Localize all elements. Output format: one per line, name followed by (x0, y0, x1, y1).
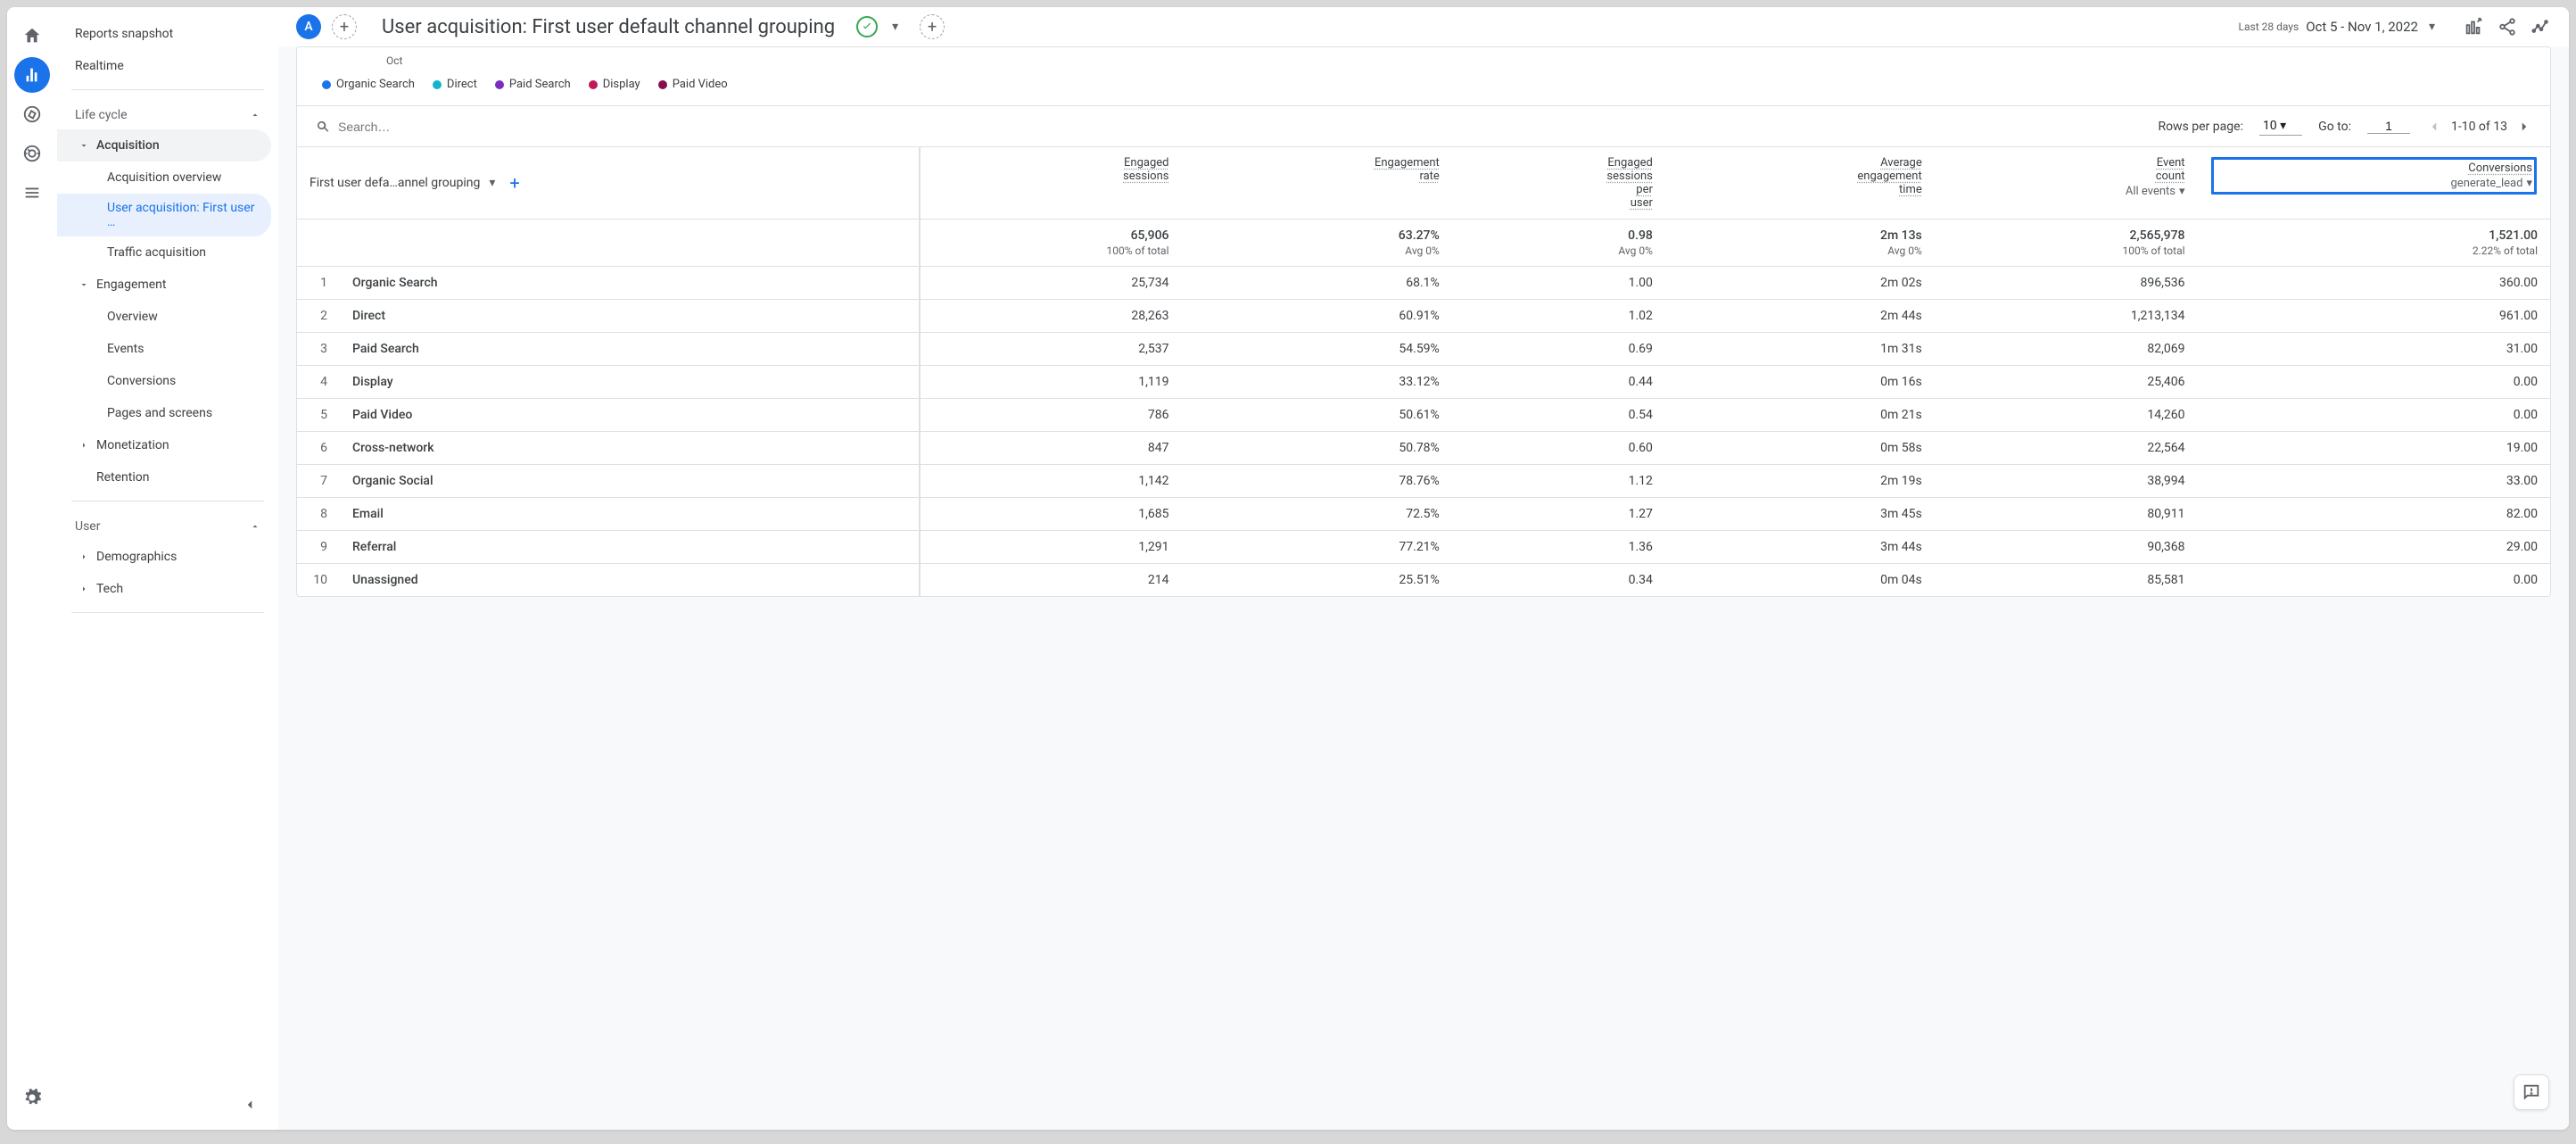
left-rail (7, 7, 57, 1130)
sidebar-group[interactable]: Demographics (57, 541, 271, 573)
legend-item[interactable]: Organic Search (322, 78, 415, 91)
reports-icon[interactable] (14, 57, 50, 93)
admin-gear-icon[interactable] (14, 1080, 50, 1115)
home-icon[interactable] (14, 18, 50, 54)
sidebar-nav: Reports snapshotRealtime Life cycleAcqui… (57, 7, 278, 1130)
feedback-button[interactable] (2514, 1074, 2549, 1110)
report-card: Oct Organic Search Direct Paid Search Displ… (296, 46, 2551, 597)
chart-area: Oct Organic Search Direct Paid Search Displ… (297, 47, 2550, 105)
column-header[interactable]: Averageengagementtime (1678, 156, 1922, 196)
dimension-picker[interactable]: First user defa…annel grouping▾+ (310, 172, 906, 194)
data-table: First user defa…annel grouping▾+ Engageds… (297, 146, 2550, 596)
column-header[interactable]: Engagedsessions (931, 156, 1169, 183)
goto-label: Go to: (2318, 120, 2351, 134)
table-row[interactable]: 9Referral1,29177.21%1.363m 44s90,36829.0… (297, 531, 2550, 564)
chart-legend: Organic Search Direct Paid Search Display Pa… (322, 78, 2525, 91)
column-subselect[interactable]: generate_lead ▾ (2216, 177, 2532, 190)
share-icon[interactable] (2498, 17, 2517, 37)
sidebar-group[interactable]: Monetization (57, 429, 271, 461)
sidebar-group[interactable]: Acquisition (57, 129, 271, 162)
search-input[interactable] (338, 120, 516, 134)
table-row[interactable]: 8Email1,68572.5%1.273m 45s80,91182.00 (297, 498, 2550, 531)
sidebar-item[interactable]: Traffic acquisition (57, 236, 271, 269)
sidebar-item[interactable]: Events (57, 333, 271, 365)
sidebar-item[interactable]: Realtime (57, 50, 271, 82)
sidebar-group[interactable]: Engagement (57, 269, 271, 301)
customize-report-icon[interactable] (2464, 17, 2483, 37)
status-dropdown-caret[interactable]: ▾ (892, 20, 898, 34)
page-header: A + User acquisition: First user default… (278, 7, 2569, 46)
sidebar-item[interactable]: Overview (57, 301, 271, 333)
table-row[interactable]: 10Unassigned21425.51%0.340m 04s85,5810.0… (297, 564, 2550, 597)
configure-icon[interactable] (14, 175, 50, 211)
date-range-label: Last 28 days (2239, 21, 2299, 33)
add-comparison-button[interactable]: + (332, 14, 357, 39)
add-filter-button[interactable]: + (920, 14, 945, 39)
next-page-button[interactable] (2516, 119, 2532, 135)
add-dimension-button[interactable]: + (509, 172, 519, 194)
table-row[interactable]: 1Organic Search25,73468.1%1.002m 02s896,… (297, 267, 2550, 300)
date-range-picker[interactable]: Last 28 days Oct 5 - Nov 1, 2022 ▾ (2239, 19, 2435, 35)
table-row[interactable]: 3Paid Search2,53754.59%0.691m 31s82,0693… (297, 333, 2550, 366)
sidebar-section-header[interactable]: Life cycle (57, 97, 278, 129)
page-range: 1-10 of 13 (2451, 120, 2507, 134)
table-row[interactable]: 4Display1,11933.12%0.440m 16s25,4060.00 (297, 366, 2550, 399)
table-row[interactable]: 2Direct28,26360.91%1.022m 44s1,213,13496… (297, 300, 2550, 333)
prev-page-button[interactable] (2426, 119, 2442, 135)
sidebar-section-header[interactable]: User (57, 509, 278, 541)
sidebar-item[interactable]: Acquisition overview (57, 162, 271, 194)
sidebar-item[interactable]: Reports snapshot (57, 18, 271, 50)
legend-item[interactable]: Direct (433, 78, 477, 91)
main-area: A + User acquisition: First user default… (278, 7, 2569, 1130)
rows-per-page-select[interactable]: 10 ▾ (2259, 117, 2302, 136)
legend-item[interactable]: Paid Video (658, 78, 728, 91)
date-range-value: Oct 5 - Nov 1, 2022 (2306, 19, 2418, 35)
table-row[interactable]: 6Cross-network84750.78%0.600m 58s22,5641… (297, 432, 2550, 465)
sidebar-item[interactable]: User acquisition: First user … (57, 194, 271, 236)
sidebar-group[interactable]: Retention (57, 461, 271, 493)
table-row[interactable]: 7Organic Social1,14278.76%1.122m 19s38,9… (297, 465, 2550, 498)
page-title: User acquisition: First user default cha… (382, 16, 835, 38)
rows-per-page-label: Rows per page: (2158, 120, 2242, 134)
table-search[interactable] (315, 119, 2147, 135)
column-header[interactable]: Engagementrate (1194, 156, 1440, 183)
sidebar-item[interactable]: Pages and screens (57, 397, 271, 429)
column-header[interactable]: Eventcount (1947, 156, 2185, 183)
advertising-icon[interactable] (14, 136, 50, 171)
sidebar-item[interactable]: Conversions (57, 365, 271, 397)
collapse-sidebar-button[interactable] (235, 1090, 264, 1119)
sidebar-group[interactable]: Tech (57, 573, 271, 605)
goto-input[interactable] (2367, 119, 2410, 134)
table-row[interactable]: 5Paid Video78650.61%0.540m 21s14,2600.00 (297, 399, 2550, 432)
insights-icon[interactable] (2531, 17, 2551, 37)
column-header[interactable]: Conversions (2216, 162, 2532, 175)
column-subselect[interactable]: All events ▾ (1947, 185, 2185, 198)
legend-item[interactable]: Display (589, 78, 640, 91)
search-icon (315, 119, 331, 135)
chart-month-label: Oct (386, 54, 2525, 67)
legend-item[interactable]: Paid Search (495, 78, 571, 91)
column-header[interactable]: Engagedsessionsperuser (1465, 156, 1653, 210)
status-check-icon[interactable] (856, 16, 878, 37)
chevron-down-icon: ▾ (2429, 20, 2435, 34)
audience-chip[interactable]: A (296, 14, 321, 39)
explore-icon[interactable] (14, 96, 50, 132)
